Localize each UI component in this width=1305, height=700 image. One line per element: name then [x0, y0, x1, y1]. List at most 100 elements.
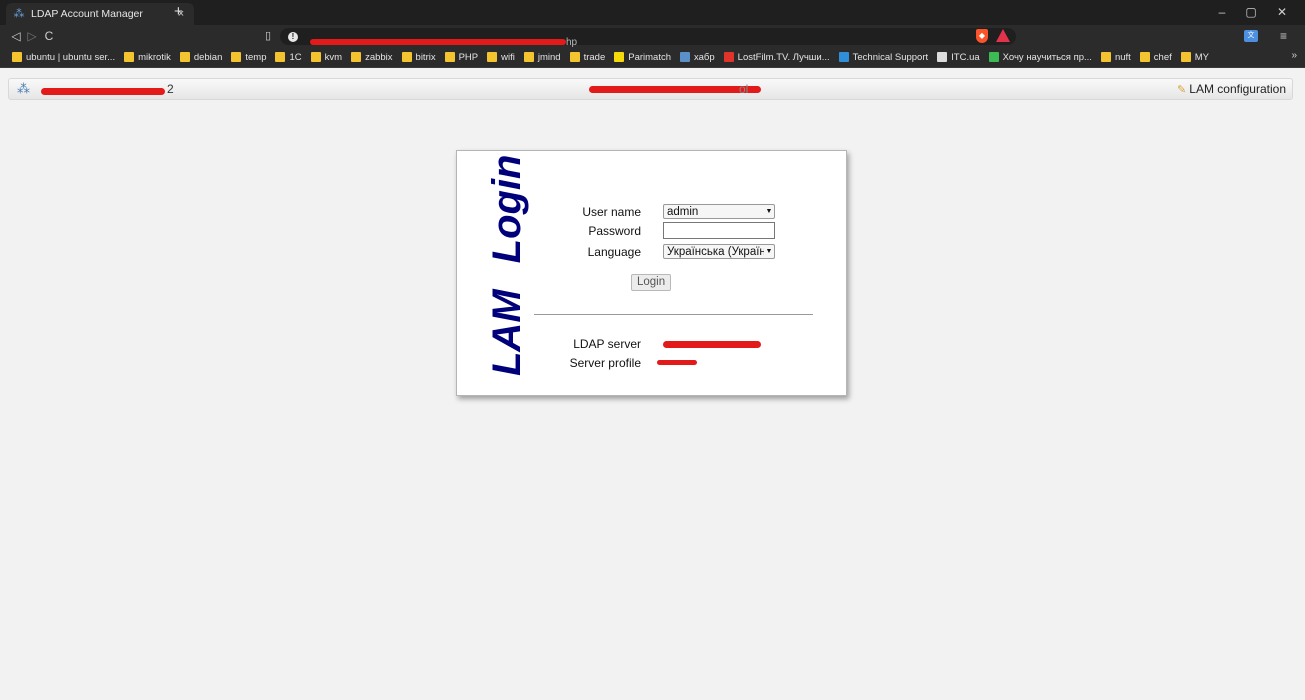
language-label: Language: [587, 244, 641, 259]
folder-icon: [124, 52, 135, 62]
folder-icon: [310, 52, 321, 62]
language-row: Language Українська (Україна) ▼: [531, 244, 775, 259]
folder-icon: [523, 52, 534, 62]
bookmark-label: jmind: [537, 51, 561, 63]
bookmark-item[interactable]: mikrotik: [124, 52, 171, 63]
bookmark-item[interactable]: 1C: [275, 51, 302, 63]
bookmark-label: bitrix: [415, 51, 436, 63]
browser-tab[interactable]: ⁂ LDAP Account Manager ×: [6, 3, 194, 25]
lam-header: ⁂ 2 ol ✎ LAM configuration: [8, 78, 1293, 100]
restore-button[interactable]: ▢: [1240, 2, 1262, 22]
bookmark-item[interactable]: temp: [231, 52, 266, 63]
bookmarks-overflow-button[interactable]: »: [1291, 50, 1297, 61]
bookmark-label: ubuntu | ubuntu ser...: [26, 51, 116, 63]
back-button[interactable]: ◁: [8, 27, 24, 45]
url-redaction: [310, 38, 566, 45]
bookmark-item[interactable]: ITC.ua: [937, 52, 980, 63]
minimize-button[interactable]: –: [1211, 2, 1233, 22]
folder-icon: [275, 52, 286, 62]
site-info-icon[interactable]: !: [288, 31, 298, 42]
bookmark-item[interactable]: jmind: [523, 51, 561, 63]
bookmark-item[interactable]: LostFilm.TV. Лучши...: [723, 51, 830, 63]
bookmark-item[interactable]: bitrix: [401, 51, 436, 63]
bookmark-item[interactable]: zabbix: [351, 51, 393, 63]
wrench-icon: ✎: [1177, 83, 1187, 96]
brave-rewards-icon[interactable]: [996, 29, 1010, 42]
bookmark-label: 1C: [289, 51, 302, 63]
language-value: Українська (Україна): [667, 245, 764, 258]
forward-button[interactable]: ▷: [24, 27, 40, 45]
tab-strip: ⁂ LDAP Account Manager × + – ▢ ✕: [0, 0, 1305, 25]
reload-button[interactable]: C: [41, 27, 57, 45]
globe-icon: [988, 52, 999, 62]
server-profile-value: [657, 356, 767, 370]
close-window-button[interactable]: ✕: [1271, 2, 1293, 22]
lostfilm-icon: [723, 52, 734, 62]
server-profile-redaction: [657, 360, 697, 365]
bookmark-label: хабр: [694, 51, 715, 63]
username-row: User name admin ▼: [531, 204, 775, 219]
itc-icon: [937, 52, 948, 62]
folder-icon: [231, 52, 242, 62]
address-bar[interactable]: ! hp: [280, 28, 1016, 48]
login-button[interactable]: Login: [631, 274, 672, 291]
chevron-down-icon: ▼: [765, 208, 773, 215]
password-input[interactable]: [663, 222, 775, 239]
ldap-server-redaction: [663, 341, 761, 348]
bookmark-item[interactable]: nuft: [1100, 52, 1131, 63]
title-redaction: [41, 88, 165, 95]
bookmark-item[interactable]: debian: [179, 51, 223, 63]
brave-shield-icon[interactable]: ◆: [976, 29, 988, 43]
bookmark-item[interactable]: MY: [1180, 51, 1210, 63]
bookmark-label: zabbix: [365, 51, 393, 63]
lam-configuration-label: LAM configuration: [1189, 82, 1286, 96]
bookmark-item[interactable]: trade: [569, 51, 606, 63]
tab-title: LDAP Account Manager: [31, 8, 143, 20]
lam-logo-icon[interactable]: ⁂: [17, 82, 30, 96]
folder-icon: [487, 52, 498, 62]
username-select[interactable]: admin ▼: [663, 204, 775, 219]
bookmark-label: trade: [583, 51, 606, 63]
bookmark-label: Technical Support: [852, 51, 929, 63]
bookmarks-bar: ubuntu | ubuntu ser... mikrotik debian temp…: [0, 47, 1305, 68]
bookmark-label: MY: [1194, 51, 1210, 63]
bookmark-item[interactable]: wifi: [487, 52, 515, 63]
chevron-down-icon: ▼: [765, 248, 773, 255]
bookmark-item[interactable]: PHP: [444, 51, 479, 63]
language-select[interactable]: Українська (Україна) ▼: [663, 244, 775, 259]
lam-favicon-icon: ⁂: [13, 8, 25, 20]
bookmark-item[interactable]: хабр: [680, 52, 715, 63]
header-info-fragment: ol: [739, 82, 749, 96]
lam-configuration-link[interactable]: ✎ LAM configuration: [1177, 82, 1286, 96]
bookmark-label: Parimatch: [628, 51, 671, 63]
lam-page: ⁂ 2 ol ✎ LAM configuration LAM Login User…: [0, 68, 1305, 700]
bookmark-item[interactable]: chef: [1139, 52, 1172, 63]
bookmark-label: mikrotik: [138, 51, 171, 63]
translate-icon[interactable]: 文: [1244, 30, 1258, 42]
bookmark-label: debian: [193, 51, 223, 63]
title-word-lam: LAM: [485, 289, 529, 376]
folder-icon: [12, 52, 22, 62]
bookmark-label: temp: [245, 51, 267, 63]
bookmark-item[interactable]: Хочу научиться пр...: [988, 52, 1092, 63]
browser-menu-icon[interactable]: ≡: [1280, 27, 1287, 45]
bookmark-page-icon[interactable]: ▯: [265, 27, 271, 45]
bookmark-item[interactable]: Parimatch: [614, 52, 671, 63]
bookmark-label: LostFilm.TV. Лучши...: [737, 51, 830, 63]
title-word-login: Login: [485, 154, 529, 264]
login-vertical-title: LAM Login: [485, 155, 530, 377]
bookmark-item[interactable]: kvm: [310, 52, 342, 63]
bookmark-label: PHP: [458, 51, 479, 63]
browser-toolbar: ◁ ▷ C ▯ ! hp ◆ 文 ≡: [0, 25, 1305, 48]
bookmark-item[interactable]: Technical Support: [838, 51, 929, 63]
folder-icon: [444, 52, 455, 62]
username-label: User name: [582, 204, 641, 219]
new-tab-button[interactable]: +: [174, 3, 183, 21]
server-profile-label: Server profile: [569, 356, 641, 370]
bookmark-label: wifi: [501, 51, 515, 63]
bookmark-item[interactable]: ubuntu | ubuntu ser...: [12, 52, 115, 63]
bookmark-label: ITC.ua: [951, 51, 980, 63]
folder-icon: [401, 52, 412, 62]
ldap-server-value: [663, 337, 773, 351]
server-profile-row: Server profile: [531, 356, 767, 370]
